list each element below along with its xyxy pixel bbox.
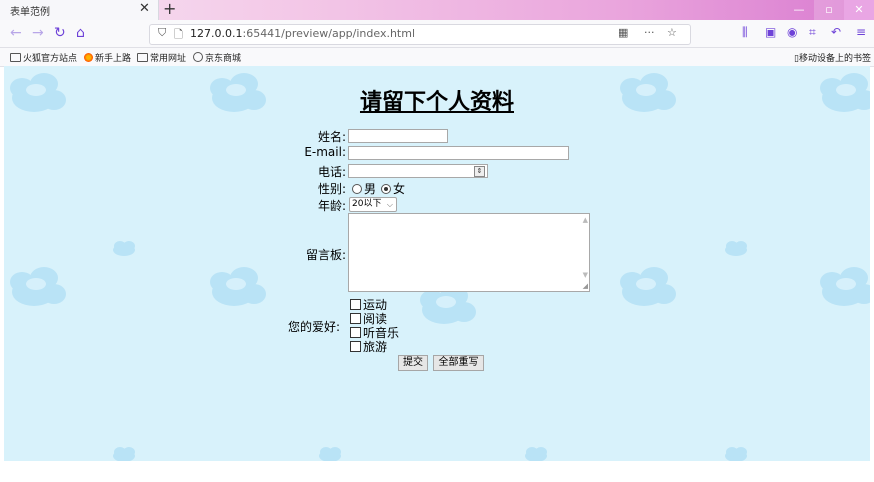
number-stepper[interactable]: ⇕ bbox=[474, 166, 485, 177]
cloud bbox=[725, 241, 747, 256]
message-label: 留言板: bbox=[305, 248, 346, 262]
bookmark-item[interactable]: 火狐官方站点 bbox=[10, 51, 77, 64]
page-icon: 🗋 bbox=[174, 28, 183, 41]
cloud bbox=[820, 267, 870, 306]
firefox-icon bbox=[84, 53, 93, 62]
resize-grip-icon[interactable]: ◢ bbox=[583, 282, 588, 290]
navigation-bar: ← → ↻ ⌂ ⛉ 🗋 127.0.0.1:65441/preview/app/… bbox=[0, 20, 874, 48]
hobby-label-text: 旅游 bbox=[363, 340, 388, 354]
submit-button[interactable]: 提交 bbox=[398, 355, 428, 371]
folder-icon bbox=[137, 53, 148, 62]
url-host: 127.0.0.1 bbox=[190, 27, 243, 40]
cloud bbox=[525, 447, 547, 461]
age-label: 年龄: bbox=[317, 199, 346, 213]
sidebar-icon[interactable]: ▣ bbox=[765, 25, 776, 39]
mobile-bookmarks[interactable]: ▯移动设备上的书签 bbox=[794, 51, 871, 64]
account-icon[interactable]: ◉ bbox=[787, 25, 797, 39]
address-bar[interactable]: ⛉ 🗋 127.0.0.1:65441/preview/app/index.ht… bbox=[149, 24, 691, 45]
library-icon[interactable]: ⫼ bbox=[742, 25, 748, 40]
email-input[interactable] bbox=[348, 146, 569, 160]
age-select[interactable]: 20以下 ⌵ bbox=[349, 197, 397, 212]
home-icon[interactable]: ⌂ bbox=[76, 25, 85, 41]
window-controls: — ▫ ✕ bbox=[784, 0, 874, 20]
bottom-blank bbox=[0, 461, 874, 482]
name-label: 姓名: bbox=[317, 130, 346, 144]
gender-male-radio[interactable]: 男 bbox=[352, 180, 376, 197]
checkbox-icon[interactable] bbox=[350, 327, 361, 338]
bookmark-item[interactable]: 新手上路 bbox=[84, 51, 131, 64]
radio-checked-icon[interactable] bbox=[381, 184, 391, 194]
gender-female-label: 女 bbox=[393, 182, 406, 196]
cloud bbox=[10, 267, 66, 306]
qr-icon[interactable]: ▦ bbox=[618, 26, 628, 39]
email-label: E-mail: bbox=[304, 145, 346, 159]
gender-male-label: 男 bbox=[364, 182, 377, 196]
undo-icon[interactable]: ↶ bbox=[831, 25, 841, 39]
phone-input[interactable]: ⇕ bbox=[348, 164, 488, 178]
new-tab-icon[interactable]: + bbox=[163, 0, 176, 18]
checkbox-icon[interactable] bbox=[350, 299, 361, 310]
age-select-value: 20以下 bbox=[352, 199, 382, 209]
reset-button[interactable]: 全部重写 bbox=[433, 355, 484, 371]
phone-label: 电话: bbox=[317, 165, 346, 179]
screenshot-icon[interactable]: ⌗ bbox=[809, 25, 816, 40]
cloud bbox=[210, 267, 266, 306]
message-textarea[interactable]: ▲ ▼ ◢ bbox=[348, 213, 590, 292]
chevron-down-icon: ⌵ bbox=[386, 200, 393, 209]
mobile-bookmarks-label: 移动设备上的书签 bbox=[798, 54, 871, 64]
bookmark-label: 新手上路 bbox=[95, 54, 132, 64]
bookmark-label: 京东商城 bbox=[205, 54, 242, 64]
cloud bbox=[620, 267, 676, 306]
forward-icon[interactable]: → bbox=[32, 25, 44, 41]
cloud bbox=[319, 447, 341, 461]
cloud bbox=[725, 447, 747, 461]
checkbox-icon[interactable] bbox=[350, 341, 361, 352]
shield-icon[interactable]: ⛉ bbox=[158, 26, 166, 40]
minimize-icon[interactable]: — bbox=[784, 0, 814, 20]
radio-unchecked-icon[interactable] bbox=[352, 184, 362, 194]
more-icon[interactable]: ··· bbox=[644, 26, 655, 39]
hobby-checkbox[interactable]: 旅游 bbox=[350, 338, 387, 355]
maximize-icon[interactable]: ▫ bbox=[814, 0, 844, 20]
tab-active[interactable]: 表单范例 ✕ bbox=[0, 0, 159, 20]
url-text[interactable]: 127.0.0.1:65441/preview/app/index.html bbox=[190, 27, 415, 40]
bookmarks-bar: 火狐官方站点 新手上路 常用网址 京东商城 ▯移动设备上的书签 bbox=[0, 48, 874, 67]
bookmark-item[interactable]: 常用网址 bbox=[137, 51, 186, 64]
gender-female-radio[interactable]: 女 bbox=[381, 180, 405, 197]
back-icon[interactable]: ← bbox=[10, 25, 22, 41]
page-title: 请留下个人资料 bbox=[359, 90, 514, 115]
window-close-icon[interactable]: ✕ bbox=[844, 0, 874, 20]
tab-strip: 表单范例 ✕ + — ▫ ✕ bbox=[0, 0, 874, 20]
globe-icon bbox=[193, 52, 203, 62]
bookmark-item[interactable]: 京东商城 bbox=[193, 51, 241, 64]
tab-title: 表单范例 bbox=[10, 7, 50, 18]
reload-icon[interactable]: ↻ bbox=[54, 25, 66, 41]
star-icon[interactable]: ☆ bbox=[667, 26, 677, 39]
gender-label: 性别: bbox=[317, 182, 346, 196]
bookmark-label: 常用网址 bbox=[150, 54, 187, 64]
bookmark-label: 火狐官方站点 bbox=[23, 54, 78, 64]
cloud bbox=[113, 447, 135, 461]
hobby-label: 您的爱好: bbox=[287, 320, 340, 334]
name-input[interactable] bbox=[348, 129, 448, 143]
scroll-down-icon[interactable]: ▼ bbox=[583, 271, 588, 279]
folder-icon bbox=[10, 53, 21, 62]
checkbox-icon[interactable] bbox=[350, 313, 361, 324]
url-path: :65441/preview/app/index.html bbox=[242, 27, 416, 40]
tab-close-icon[interactable]: ✕ bbox=[139, 1, 150, 16]
scroll-up-icon[interactable]: ▲ bbox=[583, 216, 588, 224]
cloud bbox=[113, 241, 135, 256]
page-content: 请留下个人资料 姓名: E-mail: 电话: ⇕ 性别: 男 女 年龄: 20… bbox=[4, 66, 870, 461]
menu-icon[interactable]: ≡ bbox=[856, 25, 866, 39]
